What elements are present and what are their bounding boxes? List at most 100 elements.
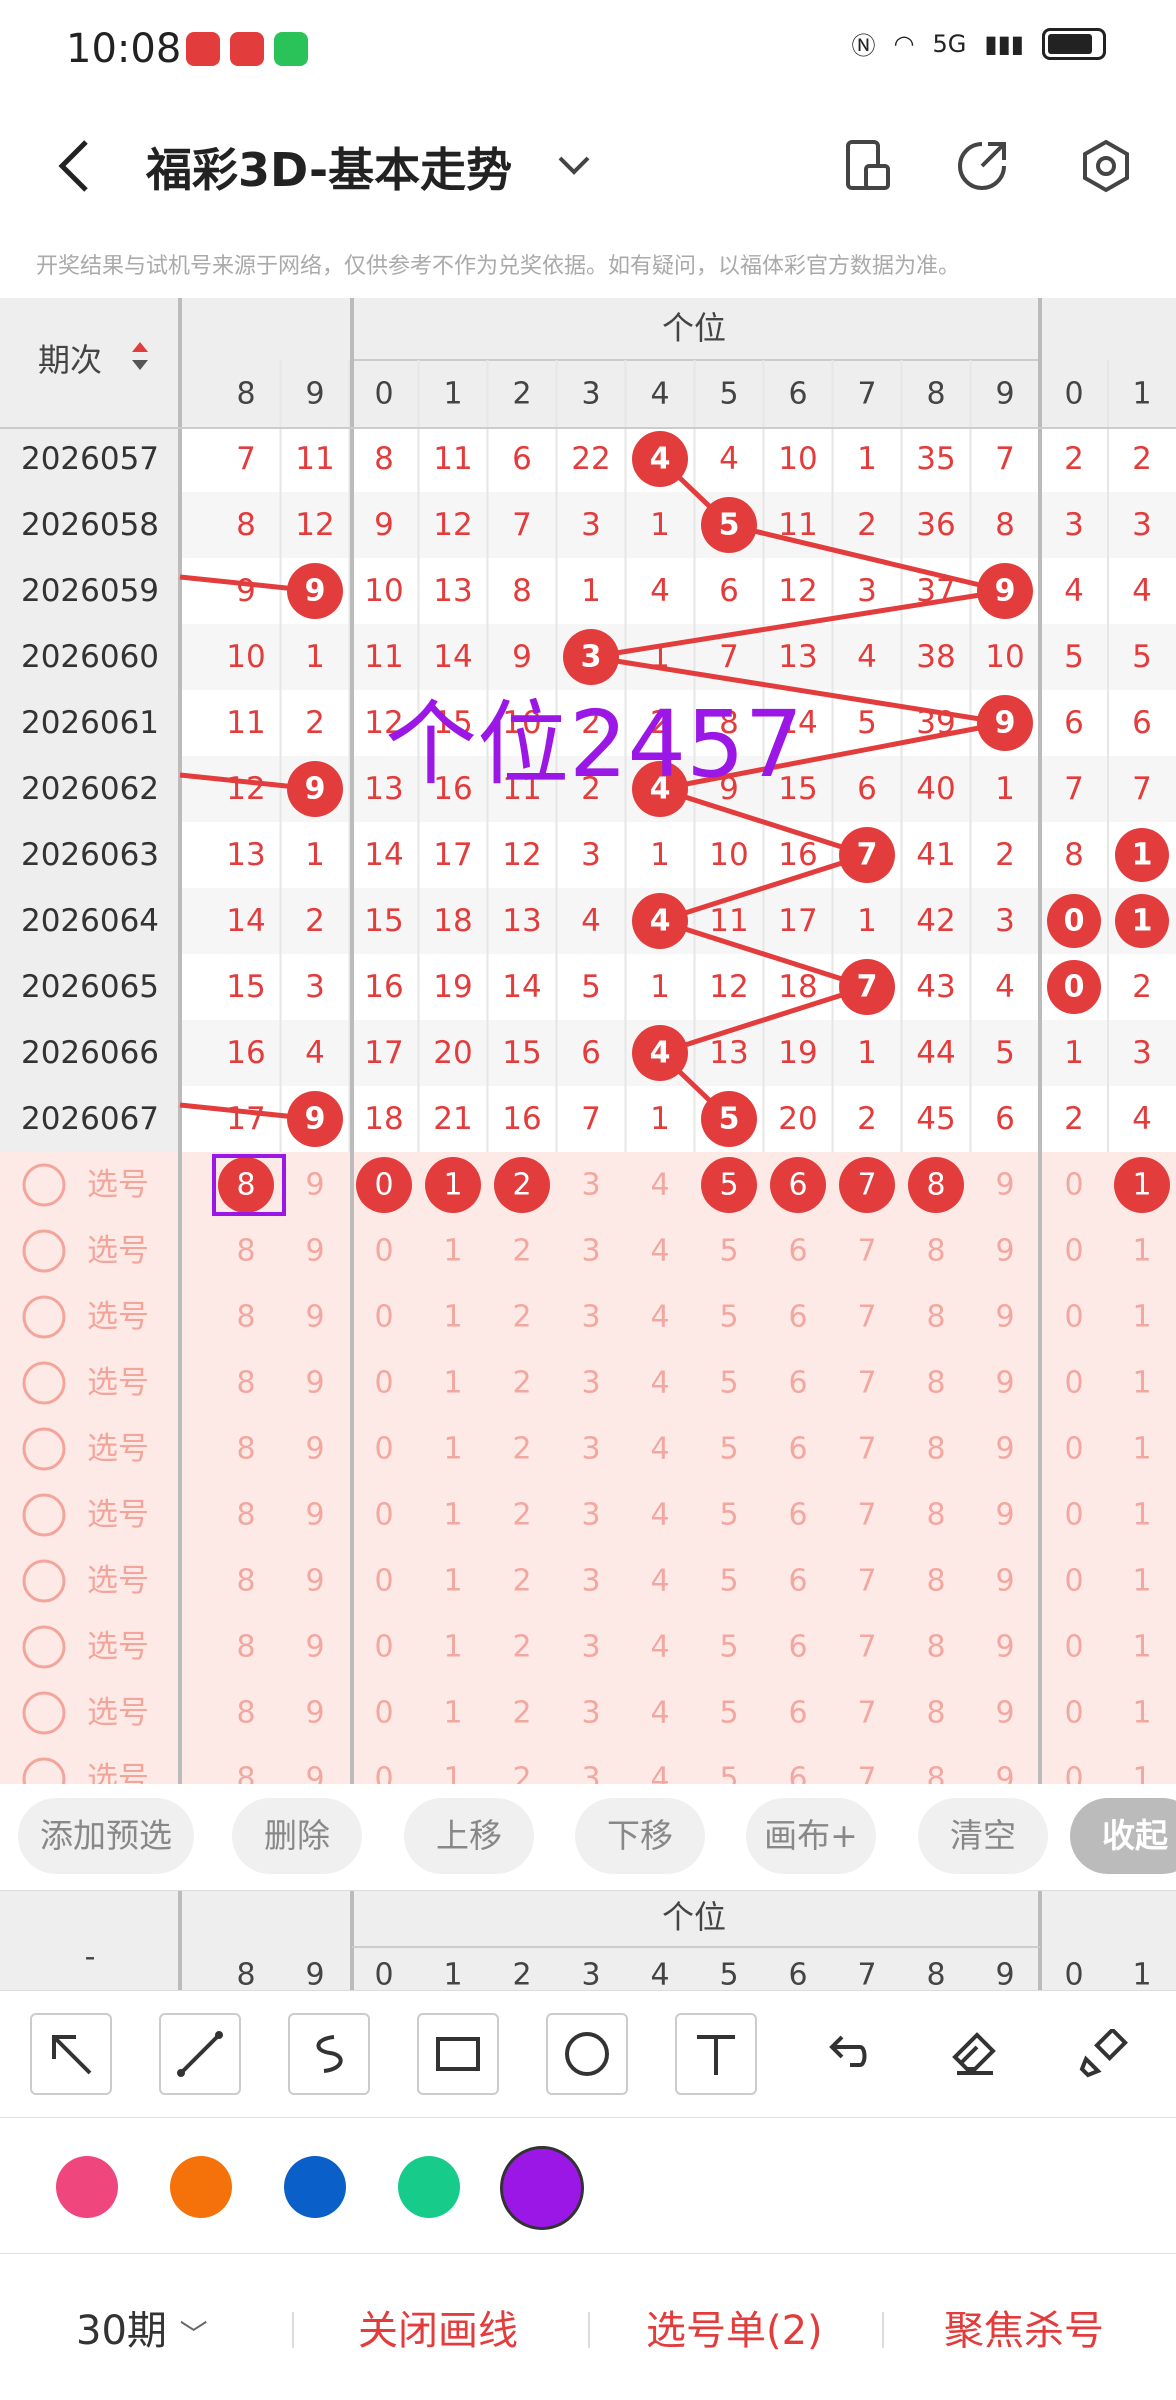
table-cell: 2 <box>650 705 670 741</box>
pick-ball-number: 5 <box>719 1300 738 1335</box>
nav-bar: 福彩3D-基本走势 <box>0 100 1176 230</box>
pick-ball-number: 4 <box>650 1234 669 1269</box>
pick-ball-number: 0 <box>1064 1564 1083 1599</box>
curve-tool-icon[interactable] <box>288 2013 370 2095</box>
pick-ball-number: 0 <box>374 1564 393 1599</box>
divider <box>588 2312 590 2348</box>
status-right: Ⓝ ◠ 5G ▮▮▮ <box>852 26 1106 61</box>
table-cell: 4 <box>995 969 1015 1005</box>
eraser-icon[interactable] <box>933 2013 1015 2095</box>
table-cell: 10 <box>502 705 541 741</box>
pick-ball-number: 8 <box>926 1696 945 1731</box>
table-cell: 3 <box>1064 507 1084 543</box>
move-down-button[interactable]: 下移 <box>575 1798 705 1874</box>
table-cell: 11 <box>433 441 472 477</box>
pick-ball-number: 3 <box>581 1300 600 1335</box>
hit-ball-number: 9 <box>305 772 326 807</box>
table-cell: 2 <box>995 837 1015 873</box>
subheader-column-3: 1 <box>443 1958 462 1992</box>
pick-label: 选号 <box>87 1233 149 1269</box>
pick-ball-number: 1 <box>443 1366 462 1401</box>
trend-grid[interactable]: 期次个位890123456789012026057711811622441013… <box>0 298 1176 1784</box>
pick-ball-number: 7 <box>857 1762 876 1785</box>
arrow-tool-icon[interactable] <box>30 2013 112 2095</box>
back-icon[interactable] <box>50 136 100 196</box>
line-tool-icon[interactable] <box>159 2013 241 2095</box>
color-purple-swatch-selected[interactable] <box>500 2146 584 2230</box>
table-cell: 1 <box>305 837 325 873</box>
table-cell: 16 <box>364 969 403 1005</box>
pick-ball-number: 7 <box>857 1432 876 1467</box>
column-header-3: 1 <box>443 377 462 412</box>
table-cell: 38 <box>916 639 955 675</box>
table-cell: 1 <box>1064 1035 1084 1071</box>
page-title[interactable]: 福彩3D-基本走势 <box>146 134 512 200</box>
trend-grid-svg[interactable]: 期次个位890123456789012026057711811622441013… <box>0 298 1176 1784</box>
move-up-button[interactable]: 上移 <box>404 1798 534 1874</box>
table-cell: 8 <box>236 507 256 543</box>
collapse-button[interactable]: 收起 <box>1070 1798 1176 1874</box>
action-toolbar: 添加预选 删除 上移 下移 画布+ 清空 收起 <box>0 1784 1176 1888</box>
pick-ball-number: 2 <box>512 1498 531 1533</box>
table-cell: 1 <box>581 573 601 609</box>
pick-ball-number: 0 <box>374 1432 393 1467</box>
close-drawing-button[interactable]: 关闭画线 <box>358 2298 518 2356</box>
clear-button[interactable]: 清空 <box>918 1798 1048 1874</box>
pick-ball-number: 9 <box>995 1366 1014 1401</box>
period-label: 30期 <box>76 2308 167 2354</box>
subheader-column-6: 4 <box>650 1958 669 1992</box>
column-header-13: 1 <box>1132 377 1151 412</box>
table-cell: 5 <box>995 1035 1015 1071</box>
pick-ball-number: 3 <box>581 1630 600 1665</box>
rect-tool-icon[interactable] <box>417 2013 499 2095</box>
circle-tool-icon[interactable] <box>546 2013 628 2095</box>
color-green-swatch[interactable] <box>398 2156 460 2218</box>
table-cell: 3 <box>995 903 1015 939</box>
table-cell: 14 <box>778 705 817 741</box>
period-cell: 2026058 <box>21 507 159 543</box>
period-cell: 2026059 <box>21 573 159 609</box>
text-tool-icon[interactable] <box>675 2013 757 2095</box>
pick-ball-number: 5 <box>719 1630 738 1665</box>
table-cell: 43 <box>916 969 955 1005</box>
hit-ball-number: 5 <box>719 508 740 543</box>
pick-list-button[interactable]: 选号单(2) <box>646 2298 823 2356</box>
period-cell: 2026066 <box>21 1035 159 1071</box>
period-cell: 2026062 <box>21 771 159 807</box>
add-preselect-button[interactable]: 添加预选 <box>18 1798 194 1874</box>
focus-kill-button[interactable]: 聚焦杀号 <box>944 2298 1104 2356</box>
phone-screen-icon[interactable] <box>838 136 898 196</box>
delete-button[interactable]: 删除 <box>232 1798 362 1874</box>
color-blue-swatch[interactable] <box>284 2156 346 2218</box>
pick-ball-number: 1 <box>443 1564 462 1599</box>
pick-ball-number: 9 <box>995 1564 1014 1599</box>
table-cell: 16 <box>502 1101 541 1137</box>
table-cell: 11 <box>295 441 334 477</box>
color-palette <box>0 2118 1176 2254</box>
hit-ball-number: 0 <box>1064 904 1085 939</box>
hit-ball-number: 7 <box>857 838 878 873</box>
table-cell: 13 <box>778 639 817 675</box>
share-icon[interactable] <box>952 136 1012 196</box>
table-cell: 2 <box>581 771 601 807</box>
battery-icon <box>1042 27 1106 60</box>
table-cell: 2 <box>1064 1101 1084 1137</box>
pick-ball-number: 1 <box>1132 1564 1151 1599</box>
pick-ball-number: 1 <box>1132 1762 1151 1785</box>
color-orange-swatch[interactable] <box>170 2156 232 2218</box>
chevron-down-icon[interactable] <box>556 152 592 178</box>
canvas-plus-button[interactable]: 画布+ <box>746 1798 876 1874</box>
color-pink-swatch[interactable] <box>56 2156 118 2218</box>
undo-icon[interactable] <box>804 2013 886 2095</box>
disclaimer-text: 开奖结果与试机号来源于网络，仅供参考不作为兑奖依据。如有疑问，以福体彩官方数据为… <box>36 254 961 279</box>
column-header-7: 5 <box>719 377 738 412</box>
pick-ball-number: 2 <box>512 1168 531 1203</box>
settings-icon[interactable] <box>1076 136 1136 196</box>
period-select[interactable]: 30期 ﹀ <box>76 2298 208 2356</box>
table-cell: 12 <box>295 507 334 543</box>
pick-ball-number: 8 <box>236 1432 255 1467</box>
pick-ball-number: 1 <box>443 1234 462 1269</box>
clear-brush-icon[interactable] <box>1062 2013 1144 2095</box>
pick-ball-number: 6 <box>788 1300 807 1335</box>
table-cell: 14 <box>226 903 265 939</box>
